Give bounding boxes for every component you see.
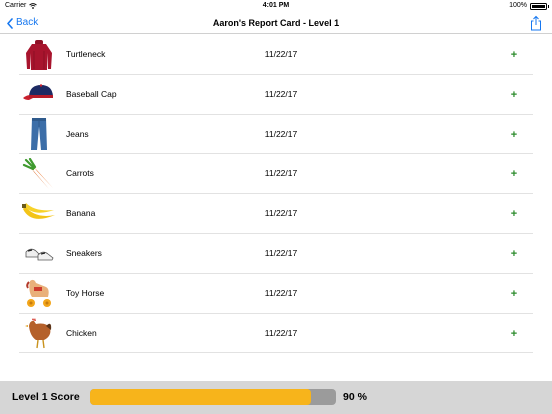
item-name: Jeans xyxy=(66,128,89,139)
item-name: Carrots xyxy=(66,168,94,179)
add-button[interactable]: + xyxy=(506,154,522,194)
carrots-icon xyxy=(20,157,58,190)
item-date: 11/22/17 xyxy=(264,247,298,258)
sneakers-icon xyxy=(20,237,58,270)
back-button[interactable]: Back xyxy=(7,15,38,31)
score-progress-fill xyxy=(90,389,312,405)
battery-icon xyxy=(530,2,549,10)
back-button-label: Back xyxy=(16,17,39,28)
list-item: Jeans 11/22/17 + xyxy=(0,115,552,155)
status-bar: Carrier 4:01 PM 100% xyxy=(0,0,552,12)
score-footer: Level 1 Score 90 % xyxy=(0,381,552,414)
add-button[interactable]: + xyxy=(506,115,522,155)
list-item: Carrots 11/22/17 + xyxy=(0,154,552,194)
banana-icon xyxy=(20,197,58,230)
nav-bar: Aaron's Report Card - Level 1 Back xyxy=(0,12,552,34)
list-item: Chicken 11/22/17 + xyxy=(0,314,552,354)
item-date: 11/22/17 xyxy=(264,168,298,179)
item-name: Banana xyxy=(66,208,96,219)
baseball-cap-icon xyxy=(20,78,58,111)
list-item: Baseball Cap 11/22/17 + xyxy=(0,75,552,115)
item-name: Turtleneck xyxy=(66,49,106,59)
list-item: Toy Horse 11/22/17 + xyxy=(0,274,552,314)
item-date: 11/22/17 xyxy=(264,287,298,298)
jeans-icon xyxy=(20,118,58,151)
add-button[interactable]: + xyxy=(506,274,522,314)
page-title: Aaron's Report Card - Level 1 xyxy=(212,18,340,28)
status-right: 100% xyxy=(509,0,549,12)
score-progress-bar xyxy=(90,389,336,405)
item-date: 11/22/17 xyxy=(264,49,298,59)
chevron-left-icon xyxy=(7,17,13,29)
item-date: 11/22/17 xyxy=(264,128,298,139)
battery-percent: 100% xyxy=(509,2,527,9)
add-button[interactable]: + xyxy=(506,234,522,274)
add-button[interactable]: + xyxy=(506,75,522,115)
toy-horse-icon xyxy=(20,277,58,310)
list-item: Sneakers 11/22/17 + xyxy=(0,234,552,274)
score-value: 90 % xyxy=(343,391,367,403)
item-date: 11/22/17 xyxy=(264,208,298,219)
add-button[interactable]: + xyxy=(506,194,522,234)
add-button[interactable]: + xyxy=(506,314,522,354)
add-button[interactable]: + xyxy=(506,35,522,75)
item-date: 11/22/17 xyxy=(264,327,298,338)
item-name: Sneakers xyxy=(66,247,102,258)
score-label: Level 1 Score xyxy=(12,391,80,403)
report-card-list: Turtleneck 11/22/17 + Baseball Cap 11/22… xyxy=(0,35,552,354)
status-time: 4:01 PM xyxy=(262,2,290,9)
chicken-icon xyxy=(20,317,58,350)
item-name: Baseball Cap xyxy=(66,88,117,99)
list-item: Banana 11/22/17 + xyxy=(0,194,552,234)
list-item: Turtleneck 11/22/17 + xyxy=(0,35,552,75)
item-name: Toy Horse xyxy=(66,287,105,298)
share-icon[interactable] xyxy=(529,15,543,31)
turtleneck-icon xyxy=(20,38,58,71)
item-date: 11/22/17 xyxy=(264,88,298,99)
item-name: Chicken xyxy=(66,327,97,338)
